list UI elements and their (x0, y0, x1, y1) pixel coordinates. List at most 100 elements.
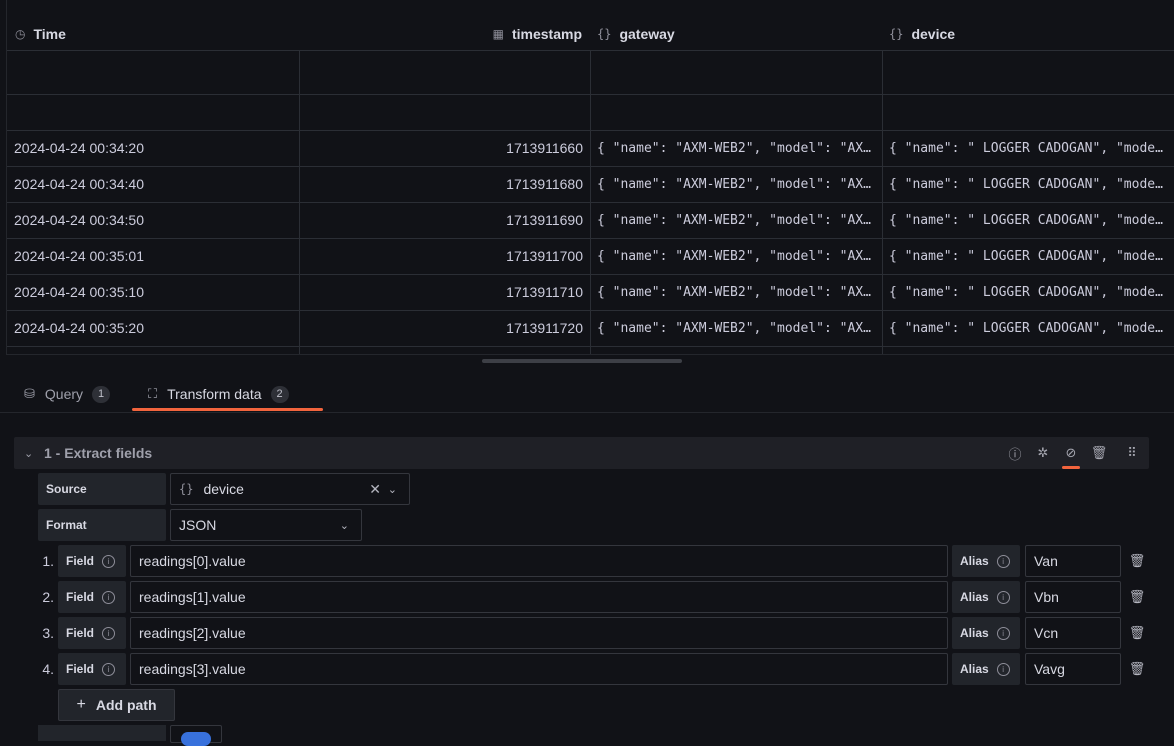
info-icon[interactable]: i (996, 662, 1010, 676)
plus-icon: + (76, 696, 86, 713)
cell-gateway: { "name": "AXM-WEB2", "model": "AX… (597, 248, 871, 264)
trash-icon[interactable]: 🗑 (1129, 589, 1146, 605)
alias-label: Alias i (952, 581, 1020, 613)
info-icon[interactable]: i (996, 554, 1010, 568)
cell-gateway: { "name": "AXM-WEB2", "model": "AX… (597, 320, 871, 336)
drag-handle-icon[interactable]: ⠿ (1124, 445, 1140, 461)
info-icon[interactable]: ⓘ (1007, 445, 1023, 462)
info-icon[interactable]: i (102, 662, 116, 676)
add-path-button[interactable]: + Add path (58, 689, 175, 721)
cell-gateway: { "name": "AXM-WEB2", "model": "AX… (597, 212, 871, 228)
tab-count-badge: 2 (270, 385, 289, 403)
alias-input[interactable]: Vavg (1025, 653, 1121, 685)
option-toggle[interactable] (170, 725, 222, 746)
alias-label: Alias i (952, 545, 1020, 577)
chevron-down-icon[interactable]: ⌄ (388, 483, 397, 496)
cell-timestamp (299, 94, 583, 130)
cell-gateway: { "name": "AXM-WEB2", "model": "AX… (597, 176, 871, 192)
table-row[interactable]: 2024-04-24 00:34:50 1713911690 { "name": "… (7, 202, 1174, 239)
chevron-down-icon[interactable]: ⌄ (24, 437, 33, 469)
field-label: Field i (58, 653, 126, 685)
table-row[interactable]: 2024-04-24 00:34:20 1713911660 { "name": "… (7, 130, 1174, 167)
cell-device (889, 58, 1174, 94)
trash-icon[interactable]: 🗑 (1129, 661, 1146, 677)
cell-timestamp: 1713911690 (506, 212, 583, 228)
delete-icon[interactable]: 🗑 (1091, 445, 1108, 461)
column-header-device[interactable]: {} device (889, 20, 955, 48)
info-icon[interactable]: i (102, 554, 116, 568)
column-header-time[interactable]: ◷ Time (15, 20, 66, 48)
cell-device: { "name": " LOGGER CADOGAN", "mode… (889, 140, 1163, 156)
source-select[interactable]: {} device ✕ ⌄ (170, 473, 410, 505)
table-row[interactable]: 2024-04-24 00:35:10 1713911710 { "name": "… (7, 274, 1174, 311)
path-index: 3. (42, 625, 54, 641)
path-input[interactable]: readings[1].value (130, 581, 948, 613)
pane-resize-handle[interactable] (482, 359, 682, 363)
table-row[interactable] (7, 58, 1174, 95)
field-label: Field i (58, 545, 126, 577)
cell-device: { "name": " LOGGER CADOGAN", "mode… (889, 212, 1163, 228)
tab-count-badge: 1 (92, 385, 111, 403)
table-row[interactable] (7, 94, 1174, 131)
debug-icon[interactable]: ✲ (1035, 445, 1051, 461)
active-tab-indicator (132, 408, 323, 411)
chevron-down-icon[interactable]: ⌄ (340, 519, 349, 532)
info-icon[interactable]: i (102, 590, 116, 604)
info-icon[interactable]: i (996, 590, 1010, 604)
calculator-icon: ▦ (492, 27, 504, 41)
alias-input[interactable]: Vbn (1025, 581, 1121, 613)
path-input[interactable]: readings[2].value (130, 617, 948, 649)
cell-device (889, 94, 1174, 130)
table-row[interactable]: 2024-04-24 00:35:20 1713911720 { "name": "… (7, 310, 1174, 347)
column-header-label: Time (33, 26, 66, 42)
braces-icon: {} (597, 27, 612, 41)
trash-icon[interactable]: 🗑 (1129, 553, 1146, 569)
source-label: Source (38, 473, 166, 505)
cell-time: 2024-04-24 00:34:40 (14, 176, 144, 192)
tab-label: Query (44, 386, 84, 402)
field-label: Field i (58, 617, 126, 649)
clear-icon[interactable]: ✕ (369, 481, 381, 498)
path-input[interactable]: readings[3].value (130, 653, 948, 685)
transformation-title: 1 - Extract fields (44, 445, 153, 461)
info-icon[interactable]: i (996, 626, 1010, 640)
alias-label-text: Alias (960, 662, 989, 676)
alias-input[interactable]: Vcn (1025, 617, 1121, 649)
table-row[interactable]: 2024-04-24 00:35:01 1713911700 { "name": "… (7, 238, 1174, 275)
cell-device: { "name": " LOGGER CADOGAN", "mode… (889, 284, 1163, 300)
path-input[interactable]: readings[0].value (130, 545, 948, 577)
trash-icon[interactable]: 🗑 (1129, 625, 1146, 641)
alias-label-text: Alias (960, 626, 989, 640)
tab-query[interactable]: ⛁ Query 1 (24, 376, 111, 412)
database-icon: ⛁ (24, 386, 35, 401)
column-header-label: timestamp (511, 26, 582, 42)
tab-transform-data[interactable]: ⛶ Transform data 2 (148, 376, 289, 412)
cell-device: { "name": " LOGGER CADOGAN", "mode… (889, 320, 1163, 336)
field-label: Field i (58, 581, 126, 613)
disable-icon[interactable]: ⊘ (1063, 445, 1079, 461)
cell-device: { "name": " LOGGER CADOGAN", "mode… (889, 176, 1163, 192)
disable-active-indicator (1062, 466, 1080, 469)
cell-time: 2024-04-24 00:35:20 (14, 320, 144, 336)
alias-label: Alias i (952, 653, 1020, 685)
info-icon[interactable]: i (102, 626, 116, 640)
source-value: device (203, 481, 244, 497)
format-select[interactable]: JSON ⌄ (170, 509, 362, 541)
column-header-timestamp[interactable]: ▦ timestamp (493, 20, 582, 48)
transformation-header[interactable]: ⌄ 1 - Extract fields (14, 437, 1149, 469)
table-row[interactable]: 2024-04-24 00:34:40 1713911680 { "name": "… (7, 166, 1174, 203)
cell-timestamp: 1713911720 (506, 320, 583, 336)
alias-label-text: Alias (960, 554, 989, 568)
cell-gateway (597, 58, 879, 94)
alias-label-text: Alias (960, 590, 989, 604)
alias-input[interactable]: Van (1025, 545, 1121, 577)
braces-icon: {} (889, 27, 904, 41)
cell-gateway (597, 94, 879, 130)
tab-label: Transform data (167, 386, 262, 402)
column-header-gateway[interactable]: {} gateway (597, 20, 675, 48)
column-header-label: gateway (619, 26, 675, 42)
cell-timestamp: 1713911710 (506, 284, 583, 300)
cell-time: 2024-04-24 00:35:01 (14, 248, 144, 264)
path-index: 1. (42, 553, 54, 569)
format-label: Format (38, 509, 166, 541)
